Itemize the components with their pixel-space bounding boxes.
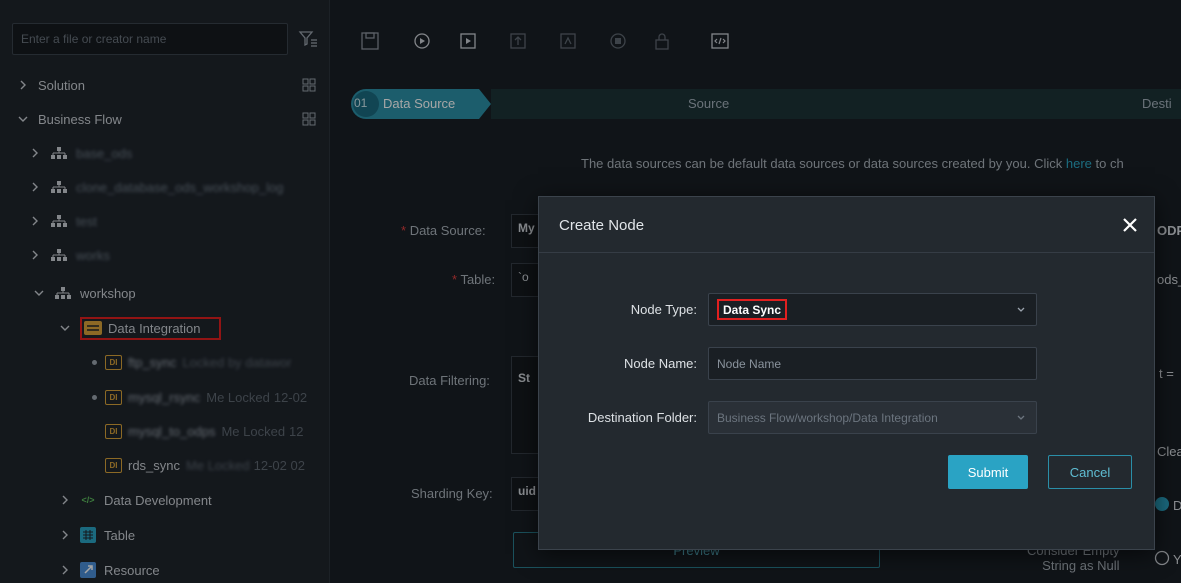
chevron-down-icon [1017, 415, 1025, 420]
destination-folder-select: Business Flow/workshop/Data Integration [708, 401, 1037, 434]
node-type-label: Node Type: [630, 302, 697, 317]
highlight-box: Data Sync [717, 299, 788, 320]
node-name-label: Node Name: [624, 356, 697, 371]
dialog-header: Create Node [539, 197, 1154, 253]
chevron-down-icon [1017, 307, 1025, 312]
destination-folder-value: Business Flow/workshop/Data Integration [717, 410, 938, 425]
create-node-dialog: Create Node Node Type: Data Sync Node Na… [538, 196, 1155, 550]
app-root: Solution Business Flow base_ods clone_da… [0, 0, 1181, 583]
node-name-input[interactable] [708, 347, 1037, 380]
dialog-title: Create Node [559, 217, 645, 234]
node-type-value: Data Sync [723, 303, 782, 317]
node-type-select[interactable]: Data Sync [708, 293, 1037, 326]
close-icon[interactable] [1118, 213, 1142, 237]
destination-folder-label: Destination Folder: [587, 410, 697, 425]
submit-button[interactable]: Submit [948, 455, 1028, 489]
cancel-button[interactable]: Cancel [1048, 455, 1132, 489]
